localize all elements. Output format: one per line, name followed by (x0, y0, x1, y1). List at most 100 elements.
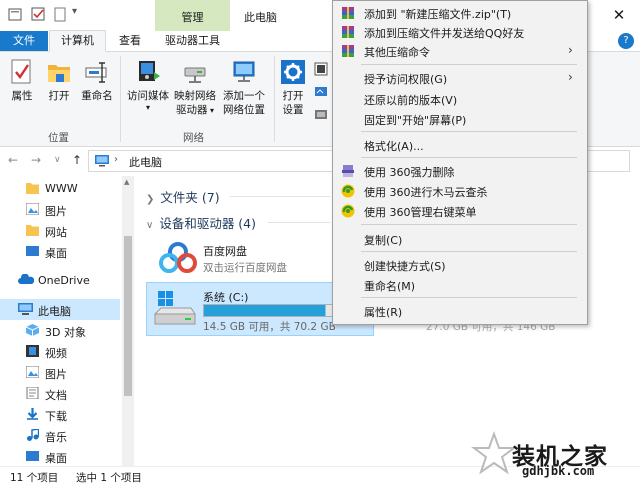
folders-section-header[interactable]: ❯ 文件夹 (7) (146, 187, 220, 206)
nav-item-onedrive[interactable]: OneDrive (0, 270, 120, 291)
pictures-icon (26, 203, 39, 215)
menu-item-360-trojan-scan[interactable]: 使用 360进行木马云查杀 (334, 181, 586, 201)
help-icon[interactable]: ? (618, 33, 634, 49)
nav-item-this-pc[interactable]: 此电脑 (0, 299, 120, 320)
menu-item-label: 使用 360管理右键菜单 (364, 206, 477, 219)
selected-count: 选中 1 个项目 (76, 472, 142, 484)
properties-button[interactable]: 属性 (6, 58, 38, 103)
tab-drive-tools[interactable]: 驱动器工具 (155, 31, 230, 51)
checkmark-quick-icon[interactable] (31, 7, 46, 22)
baidu-netdisk-icon[interactable] (158, 240, 198, 274)
new-folder-quick-icon[interactable] (53, 7, 68, 22)
nav-item-label: 下载 (45, 410, 67, 423)
menu-item-pin-to-start[interactable]: 固定到"开始"屏幕(P) (334, 109, 586, 129)
scroll-up-icon[interactable]: ▲ (124, 178, 129, 186)
nav-item-label: 3D 对象 (45, 326, 86, 339)
baidu-netdisk-name[interactable]: 百度网盘 (203, 243, 247, 259)
access-media-label: 访问媒体 (127, 90, 169, 102)
submenu-arrow-icon: › (568, 70, 573, 84)
menu-item-rename[interactable]: 重命名(M) (334, 275, 586, 295)
menu-item-zip-send-qq[interactable]: 添加到压缩文件并发送给QQ好友 (334, 22, 586, 42)
menu-item-label: 格式化(A)... (364, 140, 424, 153)
open-settings-button[interactable]: 打开 设置 (278, 58, 308, 117)
add-network-location-button[interactable]: 添加一个 网络位置 (218, 58, 270, 117)
quick-access-dropdown-icon[interactable]: ▾ (72, 6, 77, 17)
map-drive-label-1: 映射网络 (174, 90, 216, 102)
archive-icon (342, 45, 354, 57)
folder-open-icon (48, 65, 70, 82)
breadcrumb-this-pc[interactable]: 此电脑 (129, 154, 162, 170)
menu-item-restore-versions[interactable]: 还原以前的版本(V) (334, 89, 586, 109)
document-icon (26, 387, 39, 399)
folder-icon (26, 183, 39, 194)
desktop-icon (26, 451, 39, 461)
close-window-button[interactable]: ✕ (604, 4, 634, 26)
nav-item-documents[interactable]: 文档 (0, 383, 120, 404)
menu-item-other-compress[interactable]: 其他压缩命令 › (334, 41, 586, 61)
devices-section-header[interactable]: ∨ 设备和驱动器 (4) (146, 213, 256, 232)
menu-item-properties[interactable]: 属性(R) (334, 301, 586, 321)
uninstall-icon[interactable] (314, 62, 328, 76)
menu-separator (361, 64, 577, 65)
nav-item-pictures[interactable]: 图片 (0, 199, 120, 220)
watermark-url: gdhjbk.com (522, 464, 595, 478)
system-properties-icon[interactable] (314, 85, 328, 99)
desktop-icon (26, 246, 39, 256)
network-group-label: 网络 (183, 132, 204, 144)
properties-quick-icon[interactable] (8, 7, 23, 22)
menu-item-360-shred[interactable]: 使用 360强力删除 (334, 161, 586, 181)
network-location-icon (233, 61, 255, 82)
menu-item-360-manage-menu[interactable]: 使用 360管理右键菜单 (334, 201, 586, 221)
recent-locations-button[interactable]: ∨ (54, 155, 61, 165)
nav-item-label: WWW (45, 182, 78, 195)
manage-computer-icon[interactable] (314, 108, 328, 122)
rename-button[interactable]: 重命名 (78, 58, 116, 103)
nav-item-3d-objects[interactable]: 3D 对象 (0, 320, 120, 341)
map-drive-label-2: 驱动器 ▾ (175, 104, 215, 116)
forward-button[interactable]: → (31, 153, 41, 167)
open-settings-label-2: 设置 (282, 104, 304, 116)
menu-item-create-shortcut[interactable]: 创建快捷方式(S) (334, 255, 586, 275)
access-media-dropdown-icon: ▾ (145, 103, 150, 112)
menu-separator (361, 251, 577, 252)
menu-item-label: 复制(C) (364, 234, 403, 247)
map-network-drive-button[interactable]: 映射网络 驱动器 ▾ (170, 58, 220, 118)
chevron-right-icon: ❯ (146, 194, 155, 205)
menu-item-label: 添加到 "新建压缩文件.zip"(T) (364, 8, 512, 21)
menu-item-add-to-zip[interactable]: 添加到 "新建压缩文件.zip"(T) (334, 3, 586, 23)
nav-item-www[interactable]: WWW (0, 178, 120, 199)
nav-item-downloads[interactable]: 下载 (0, 404, 120, 425)
add-location-label-2: 网络位置 (223, 104, 265, 116)
cube-icon (26, 324, 39, 336)
menu-item-copy[interactable]: 复制(C) (334, 229, 586, 249)
media-icon (139, 61, 160, 81)
nav-item-label: 图片 (45, 368, 67, 381)
nav-item-website[interactable]: 网站 (0, 220, 120, 241)
tab-view[interactable]: 查看 (110, 31, 150, 51)
nav-item-videos[interactable]: 视频 (0, 341, 120, 362)
open-button[interactable]: 打开 (44, 58, 74, 103)
nav-item-desktop-2[interactable]: 桌面 (0, 446, 120, 467)
menu-item-label: 使用 360强力删除 (364, 166, 455, 179)
nav-item-desktop[interactable]: 桌面 (0, 241, 120, 262)
context-menu: 添加到 "新建压缩文件.zip"(T) 添加到压缩文件并发送给QQ好友 其他压缩… (332, 0, 588, 325)
nav-scrollbar-thumb[interactable] (124, 236, 132, 396)
manage-context-tab[interactable]: 管理 (155, 0, 230, 31)
menu-item-label: 还原以前的版本(V) (364, 94, 458, 107)
breadcrumb-separator[interactable]: › (114, 154, 118, 165)
nav-item-pictures-2[interactable]: 图片 (0, 362, 120, 383)
tab-file[interactable]: 文件 (0, 31, 48, 51)
access-media-button[interactable]: 访问媒体 ▾ (124, 58, 172, 112)
shred-icon (342, 165, 354, 177)
tab-computer[interactable]: 计算机 (49, 30, 106, 52)
up-button[interactable]: ↑ (72, 153, 82, 167)
add-location-label-1: 添加一个 (223, 90, 265, 102)
back-button[interactable]: ← (8, 153, 18, 167)
section-divider (268, 222, 330, 223)
music-icon (27, 429, 39, 441)
menu-item-format[interactable]: 格式化(A)... (334, 135, 586, 155)
nav-item-music[interactable]: 音乐 (0, 425, 120, 446)
network-drive-icon (184, 67, 206, 83)
menu-item-grant-access[interactable]: 授予访问权限(G) › (334, 68, 586, 88)
menu-separator (361, 131, 577, 132)
